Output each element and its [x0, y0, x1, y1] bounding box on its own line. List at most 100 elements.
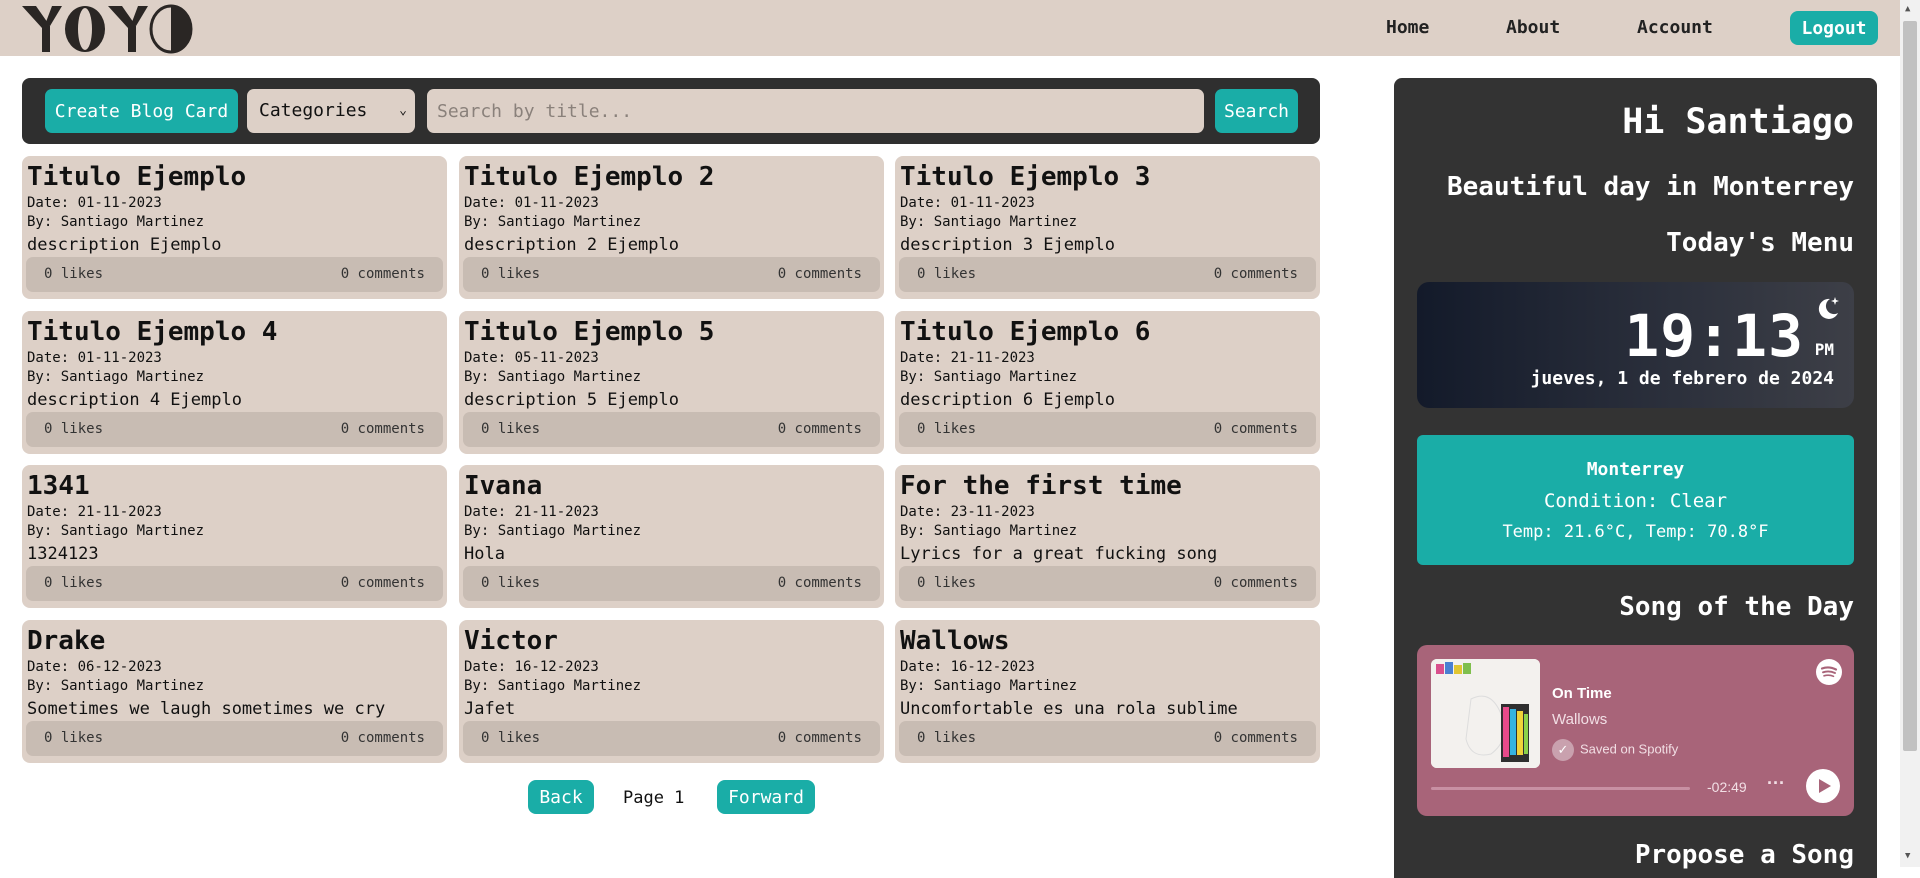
- card-likes[interactable]: 0 likes: [44, 421, 103, 437]
- clock-date: jueves, 1 de febrero de 2024: [1530, 368, 1834, 389]
- scroll-up-icon[interactable]: ▲: [1905, 4, 1910, 14]
- card-author: By: Santiago Martinez: [900, 678, 1078, 694]
- chevron-down-icon: ⌄: [399, 103, 407, 118]
- yoyo-logo[interactable]: [22, 2, 212, 54]
- blog-card[interactable]: Titulo Ejemplo 5 Date: 05-11-2023 By: Sant…: [459, 311, 884, 454]
- card-footer: 0 likes 0 comments: [463, 566, 880, 601]
- categories-select[interactable]: Categories ⌄: [247, 89, 415, 133]
- card-title: For the first time: [900, 471, 1182, 501]
- card-comments[interactable]: 0 comments: [341, 266, 425, 282]
- spotify-player: On Time Wallows ✓ Saved on Spotify -02:49…: [1417, 645, 1854, 816]
- card-comments[interactable]: 0 comments: [341, 730, 425, 746]
- card-footer: 0 likes 0 comments: [26, 721, 443, 756]
- weather-temperature: Temp: 21.6°C, Temp: 70.8°F: [1502, 522, 1769, 542]
- card-footer: 0 likes 0 comments: [463, 721, 880, 756]
- card-title: Titulo Ejemplo 3: [900, 162, 1151, 192]
- card-likes[interactable]: 0 likes: [481, 421, 540, 437]
- card-comments[interactable]: 0 comments: [341, 421, 425, 437]
- blog-card[interactable]: Titulo Ejemplo 6 Date: 21-11-2023 By: Sant…: [895, 311, 1320, 454]
- card-author: By: Santiago Martinez: [27, 523, 205, 539]
- card-likes[interactable]: 0 likes: [44, 266, 103, 282]
- more-options-icon[interactable]: ···: [1767, 773, 1785, 794]
- logout-button[interactable]: Logout: [1790, 11, 1878, 45]
- spotify-icon[interactable]: [1816, 659, 1842, 685]
- card-author: By: Santiago Martinez: [900, 369, 1078, 385]
- card-title: Titulo Ejemplo: [27, 162, 247, 192]
- card-likes[interactable]: 0 likes: [917, 575, 976, 591]
- blog-card[interactable]: Drake Date: 06-12-2023 By: Santiago Martin…: [22, 620, 447, 763]
- blog-card[interactable]: For the first time Date: 23-11-2023 By: Sa…: [895, 465, 1320, 608]
- blog-card[interactable]: Titulo Ejemplo Date: 01-11-2023 By: Santia…: [22, 156, 447, 299]
- card-description: Hola: [464, 544, 505, 564]
- card-author: By: Santiago Martinez: [900, 214, 1078, 230]
- card-comments[interactable]: 0 comments: [778, 730, 862, 746]
- weather-card: Monterrey Condition: Clear Temp: 21.6°C,…: [1417, 435, 1854, 565]
- card-comments[interactable]: 0 comments: [778, 266, 862, 282]
- back-button[interactable]: Back: [528, 780, 594, 814]
- card-title: Drake: [27, 626, 106, 656]
- blog-card[interactable]: Victor Date: 16-12-2023 By: Santiago Marti…: [459, 620, 884, 763]
- card-likes[interactable]: 0 likes: [44, 575, 103, 591]
- card-date: Date: 05-11-2023: [464, 350, 599, 366]
- card-date: Date: 01-11-2023: [900, 195, 1035, 211]
- card-footer: 0 likes 0 comments: [26, 412, 443, 447]
- weather-condition: Condition: Clear: [1543, 490, 1728, 512]
- card-comments[interactable]: 0 comments: [1214, 730, 1298, 746]
- card-description: 1324123: [27, 544, 99, 564]
- nav-about[interactable]: About: [1506, 17, 1560, 38]
- card-date: Date: 21-11-2023: [464, 504, 599, 520]
- create-blog-card-button[interactable]: Create Blog Card: [45, 89, 238, 133]
- card-date: Date: 01-11-2023: [27, 195, 162, 211]
- blog-card[interactable]: Wallows Date: 16-12-2023 By: Santiago Mart…: [895, 620, 1320, 763]
- scrollbar-thumb[interactable]: [1903, 21, 1917, 751]
- weather-city: Monterrey: [1586, 459, 1685, 480]
- card-comments[interactable]: 0 comments: [1214, 266, 1298, 282]
- blog-card[interactable]: Ivana Date: 21-11-2023 By: Santiago Martin…: [459, 465, 884, 608]
- card-likes[interactable]: 0 likes: [917, 421, 976, 437]
- blog-card[interactable]: Titulo Ejemplo 3 Date: 01-11-2023 By: Sant…: [895, 156, 1320, 299]
- nav-account[interactable]: Account: [1637, 17, 1713, 38]
- card-description: description 3 Ejemplo: [900, 235, 1115, 255]
- card-likes[interactable]: 0 likes: [917, 266, 976, 282]
- blog-card[interactable]: Titulo Ejemplo 2 Date: 01-11-2023 By: Sant…: [459, 156, 884, 299]
- track-artist[interactable]: Wallows: [1552, 711, 1607, 728]
- card-footer: 0 likes 0 comments: [899, 412, 1316, 447]
- card-description: description 4 Ejemplo: [27, 390, 242, 410]
- saved-status[interactable]: ✓ Saved on Spotify: [1552, 739, 1678, 761]
- card-comments[interactable]: 0 comments: [341, 575, 425, 591]
- progress-bar[interactable]: [1431, 787, 1690, 790]
- search-input[interactable]: [427, 89, 1204, 133]
- track-title[interactable]: On Time: [1552, 685, 1612, 702]
- play-button[interactable]: [1806, 769, 1840, 803]
- blog-card[interactable]: 1341 Date: 21-11-2023 By: Santiago Martine…: [22, 465, 447, 608]
- card-description: description 5 Ejemplo: [464, 390, 679, 410]
- song-of-the-day-title: Song of the Day: [1619, 592, 1854, 622]
- card-comments[interactable]: 0 comments: [1214, 575, 1298, 591]
- card-likes[interactable]: 0 likes: [481, 266, 540, 282]
- nav-home[interactable]: Home: [1386, 17, 1429, 38]
- clock-time: 19:13: [1624, 302, 1804, 370]
- blog-card[interactable]: Titulo Ejemplo 4 Date: 01-11-2023 By: Sant…: [22, 311, 447, 454]
- card-comments[interactable]: 0 comments: [1214, 421, 1298, 437]
- scroll-down-icon[interactable]: ▼: [1905, 851, 1910, 861]
- card-likes[interactable]: 0 likes: [44, 730, 103, 746]
- card-title: Titulo Ejemplo 2: [464, 162, 715, 192]
- card-likes[interactable]: 0 likes: [917, 730, 976, 746]
- card-description: Uncomfortable es una rola sublime: [900, 699, 1238, 719]
- card-title: 1341: [27, 471, 90, 501]
- album-art[interactable]: [1431, 659, 1540, 768]
- card-title: Wallows: [900, 626, 1010, 656]
- card-footer: 0 likes 0 comments: [899, 721, 1316, 756]
- greeting: Hi Santiago: [1622, 102, 1854, 142]
- page-scrollbar[interactable]: ▲ ▼: [1900, 0, 1920, 867]
- forward-button[interactable]: Forward: [717, 780, 815, 814]
- card-comments[interactable]: 0 comments: [778, 575, 862, 591]
- top-nav: Home About Account Logout: [0, 0, 1900, 56]
- card-likes[interactable]: 0 likes: [481, 575, 540, 591]
- time-remaining: -02:49: [1707, 779, 1747, 795]
- check-icon: ✓: [1552, 739, 1574, 761]
- card-footer: 0 likes 0 comments: [899, 566, 1316, 601]
- card-comments[interactable]: 0 comments: [778, 421, 862, 437]
- card-likes[interactable]: 0 likes: [481, 730, 540, 746]
- search-button[interactable]: Search: [1215, 89, 1298, 133]
